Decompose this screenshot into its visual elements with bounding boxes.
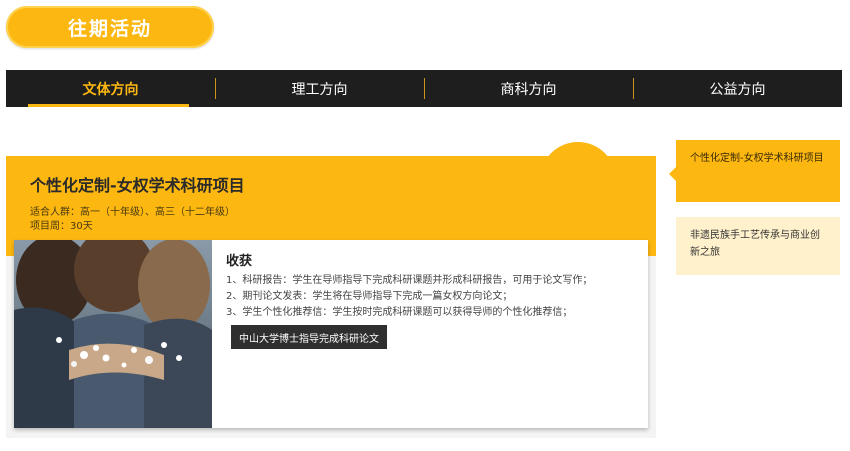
tab-label: 公益方向 xyxy=(709,81,766,98)
sidebar-item-feminism-research[interactable]: 个性化定制-女权学术科研项目 xyxy=(669,140,840,202)
tab-label: 商科方向 xyxy=(500,81,557,98)
section-title: 往期活动 xyxy=(67,17,152,40)
tab-label: 文体方向 xyxy=(82,81,139,98)
section-title-pill: 往期活动 xyxy=(6,6,214,48)
category-tabbar: 文体方向 理工方向 商科方向 公益方向 xyxy=(6,70,842,107)
decorative-bump xyxy=(540,142,616,182)
tab-public-welfare[interactable]: 公益方向 xyxy=(633,70,842,107)
tab-business[interactable]: 商科方向 xyxy=(424,70,633,107)
project-title: 个性化定制-女权学术科研项目 xyxy=(30,176,245,195)
tag-button[interactable]: 中山大学博士指导完成科研论文 xyxy=(231,325,387,349)
gain-item: 3、学生个性化推荐信：学生按时完成科研课题可以获得导师的个性化推荐信； xyxy=(226,307,573,318)
sidebar-item-heritage-crafts[interactable]: 非遗民族手工艺传承与商业创新之旅 xyxy=(676,217,840,275)
gain-item: 1、科研报告：学生在导师指导下完成科研课题并形成科研报告，可用于论文写作； xyxy=(226,275,593,286)
gain-item: 2、期刊论文发表：学生将在导师指导下完成一篇女权方向论文； xyxy=(226,291,513,302)
tab-label: 理工方向 xyxy=(291,81,348,98)
tab-science-engineering[interactable]: 理工方向 xyxy=(215,70,424,107)
project-duration: 项目周：30天 xyxy=(30,221,93,232)
group-photo-icon xyxy=(14,240,212,428)
project-audience: 适合人群：高一（十年级）、高三（十二年级） xyxy=(30,207,235,218)
tab-arts-sports[interactable]: 文体方向 xyxy=(6,70,215,107)
gains-heading: 收获 xyxy=(226,254,253,269)
